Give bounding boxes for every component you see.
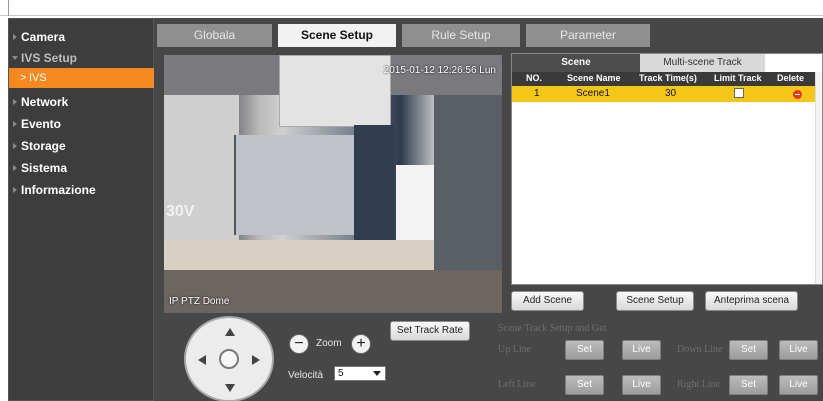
down-line-label: Down Line [677, 344, 723, 355]
down-line-live-button[interactable]: Live [779, 340, 818, 360]
limit-track-checkbox[interactable] [734, 88, 744, 98]
left-line-live-button[interactable]: Live [622, 375, 661, 395]
delete-icon[interactable] [793, 90, 802, 99]
sidebar-item-evento[interactable]: Evento [9, 114, 155, 134]
video-cabinet [234, 135, 354, 235]
column-header: Delete [777, 73, 805, 83]
video-wall [164, 95, 239, 245]
scene-track-title: Scene Track Setup and Get [498, 323, 607, 334]
scene-setup-button[interactable]: Scene Setup [616, 291, 694, 311]
track-time: 30 [665, 88, 677, 99]
speed-label: Velocità [288, 370, 324, 381]
add-scene-button[interactable]: Add Scene [511, 291, 584, 311]
arrow-down-icon[interactable] [225, 384, 235, 392]
column-header: Scene Name [567, 73, 621, 83]
tab-scene-setup[interactable]: Scene Setup [278, 24, 396, 47]
right-line-live-button[interactable]: Live [779, 375, 818, 395]
sidebar-item-label: Evento [21, 117, 62, 131]
arrow-up-icon[interactable] [225, 328, 235, 336]
sidebar-item-camera[interactable]: Camera [9, 27, 155, 47]
column-header: Track Time(s) [639, 73, 697, 83]
video-scene-text: 30V [166, 203, 195, 220]
sidebar-item-label: Network [21, 95, 69, 109]
chevron-right-icon [13, 99, 17, 105]
set-track-rate-button[interactable]: Set Track Rate [390, 321, 470, 341]
chevron-right-icon [13, 121, 17, 127]
chevron-right-icon [13, 34, 17, 40]
sidebar-item-ivs[interactable]: > IVS [9, 68, 155, 88]
arrow-left-icon[interactable] [198, 355, 206, 365]
column-header: NO. [526, 73, 543, 83]
sidebar-item-sistema[interactable]: Sistema [9, 158, 155, 178]
down-line-set-button[interactable]: Set [729, 340, 768, 360]
speed-value: 5 [338, 368, 344, 379]
tab-rule-setup[interactable]: Rule Setup [402, 24, 520, 47]
up-line-set-button[interactable]: Set [565, 340, 604, 360]
up-line-label: Up Line [498, 344, 532, 355]
sidebar-item-network[interactable]: Network [9, 92, 155, 112]
ptz-center-button[interactable] [219, 349, 239, 369]
preview-scene-button[interactable]: Anteprima scena [705, 291, 798, 311]
chevron-right-icon [13, 165, 17, 171]
video-desk [164, 240, 434, 270]
live-video[interactable]: 30V 2015-01-12 12:26:56 Lun IP PTZ Dome [164, 55, 502, 313]
sidebar-item-label: Sistema [21, 161, 68, 175]
video-timestamp: 2015-01-12 12:26:56 Lun [383, 65, 496, 76]
top-bar [0, 0, 823, 16]
scene-list-panel: Scene Multi-scene Track NO. Scene Name T… [511, 53, 823, 285]
top-bar-divider [0, 0, 9, 16]
sidebar-item-label: IVS Setup [21, 51, 78, 65]
sidebar-item-storage[interactable]: Storage [9, 136, 155, 156]
scrollbar[interactable] [815, 72, 822, 284]
sidebar-item-label: Storage [21, 139, 66, 153]
tab-globala[interactable]: Globala [157, 24, 272, 47]
speed-select[interactable]: 5 [334, 366, 386, 381]
arrow-right-icon[interactable] [252, 355, 260, 365]
right-line-set-button[interactable]: Set [729, 375, 768, 395]
video-printer [279, 55, 391, 127]
tab-scene[interactable]: Scene [512, 54, 640, 72]
scene-number: 1 [534, 88, 540, 99]
video-camera-label: IP PTZ Dome [169, 296, 230, 307]
chevron-right-icon [13, 187, 17, 193]
zoom-label: Zoom [316, 338, 342, 349]
tab-multi-scene-track[interactable]: Multi-scene Track [640, 54, 765, 72]
chevron-right-icon [13, 143, 17, 149]
left-line-label: Left Line [498, 379, 536, 390]
zoom-out-button[interactable]: − [289, 334, 309, 354]
submenu-arrow-icon: > [20, 72, 27, 84]
sidebar-item-label: Camera [21, 30, 66, 44]
scene-name: Scene1 [576, 88, 610, 99]
ptz-direction-pad[interactable] [184, 316, 274, 401]
right-line-label: Right Line [677, 379, 721, 390]
sidebar-item-label: IVS [29, 72, 47, 84]
sidebar-item-informazione[interactable]: Informazione [9, 180, 155, 200]
chevron-down-icon [12, 56, 18, 60]
table-header: NO. Scene Name Track Time(s) Limit Track… [512, 72, 817, 86]
sidebar: Camera IVS Setup > IVS Network Evento St… [8, 18, 155, 401]
zoom-in-button[interactable]: + [351, 334, 371, 354]
table-row[interactable]: 1 Scene1 30 [512, 86, 817, 102]
chevron-down-icon [373, 371, 381, 376]
sidebar-item-ivs-setup[interactable]: IVS Setup [9, 48, 155, 68]
tab-parameter[interactable]: Parameter [526, 24, 650, 47]
left-line-set-button[interactable]: Set [565, 375, 604, 395]
sidebar-item-label: Informazione [21, 183, 96, 197]
main-content: Globala Scene Setup Rule Setup Parameter… [154, 18, 823, 401]
column-header: Limit Track [714, 73, 762, 83]
up-line-live-button[interactable]: Live [622, 340, 661, 360]
